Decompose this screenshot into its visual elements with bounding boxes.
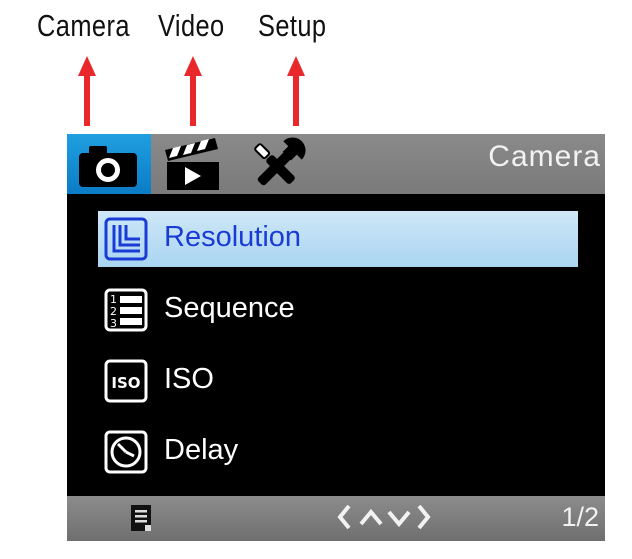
annotation-setup-label: Setup <box>258 8 327 43</box>
menu-item-iso[interactable]: ISO ISO <box>98 353 578 409</box>
wrench-screwdriver-icon <box>254 137 306 186</box>
navigation-arrows <box>335 500 435 541</box>
timer-icon <box>104 430 148 474</box>
manual-figure: Camera Video Setup Camera Resolution 1 2… <box>0 0 632 559</box>
mode-title: Camera <box>488 140 601 173</box>
tab-setup[interactable] <box>242 134 312 194</box>
tab-video[interactable] <box>157 134 227 194</box>
status-bar: 1/2 <box>67 496 605 541</box>
camera-icon <box>79 146 137 187</box>
menu-item-label: ISO <box>164 363 214 395</box>
page-indicator: 1/2 <box>561 502 599 532</box>
menu-item-label: Resolution <box>164 221 302 253</box>
clapperboard-icon <box>165 138 219 190</box>
menu-item-label: Sequence <box>164 292 295 324</box>
arrow-up-icon <box>184 56 202 126</box>
sequence-icon: 1 2 3 <box>104 288 148 332</box>
svg-text:ISO: ISO <box>111 374 140 392</box>
menu-item-label: Delay <box>164 434 239 466</box>
annotation-camera-label: Camera <box>37 8 130 43</box>
annotation-video-label: Video <box>158 8 225 43</box>
arrow-up-icon <box>78 56 96 126</box>
menu-item-delay[interactable]: Delay <box>98 424 578 480</box>
svg-text:3: 3 <box>110 317 117 330</box>
document-icon <box>131 505 151 531</box>
mode-tab-bar: Camera <box>67 134 605 194</box>
menu-item-resolution[interactable]: Resolution <box>98 211 578 267</box>
iso-icon: ISO <box>104 359 148 403</box>
navigation-arrows-icon <box>337 504 431 530</box>
tab-camera[interactable] <box>67 134 151 194</box>
menu-item-sequence[interactable]: 1 2 3 Sequence <box>98 282 578 338</box>
arrow-up-icon <box>287 56 305 126</box>
camera-settings-screen: Camera Resolution 1 2 3 Sequence ISO ISO… <box>67 134 605 541</box>
resolution-icon <box>104 217 148 261</box>
